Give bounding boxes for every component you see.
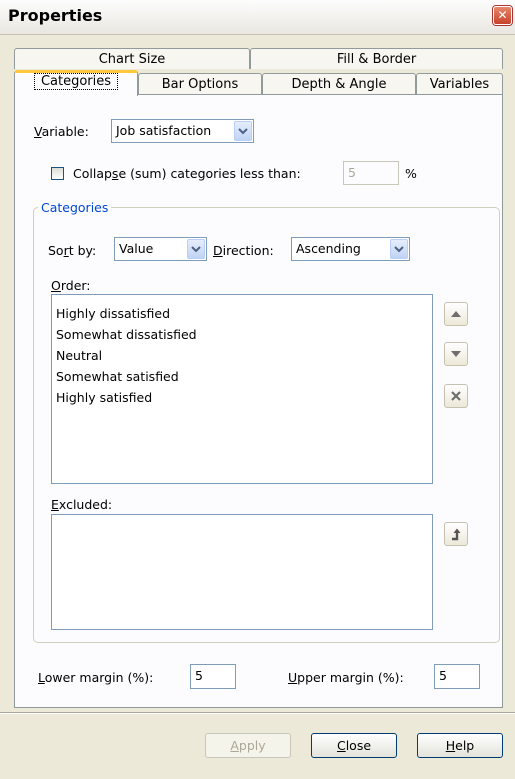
chevron-down-icon[interactable]: [234, 121, 252, 141]
divider: [0, 712, 515, 714]
order-label: Order:: [51, 278, 91, 293]
sort-by-select[interactable]: Value: [114, 237, 207, 261]
upper-margin-label: Upper margin (%):: [288, 670, 404, 685]
list-item[interactable]: Neutral: [52, 345, 432, 366]
direction-value: Ascending: [296, 241, 361, 256]
tab-bar-options[interactable]: Bar Options: [138, 73, 262, 94]
tab-variables[interactable]: Variables: [416, 73, 503, 94]
sort-by-value: Value: [119, 241, 154, 256]
restore-arrow-icon: [452, 528, 461, 541]
variable-select[interactable]: Job satisfaction: [111, 119, 254, 143]
tab-categories[interactable]: Categories: [14, 70, 138, 96]
tab-fill-border[interactable]: Fill & Border: [250, 48, 503, 69]
move-up-button[interactable]: [444, 302, 468, 326]
tab-depth-angle[interactable]: Depth & Angle: [262, 73, 416, 94]
tab-chart-size[interactable]: Chart Size: [14, 48, 250, 69]
x-icon: [451, 391, 461, 401]
direction-select[interactable]: Ascending: [291, 237, 410, 261]
arrow-up-icon: [451, 311, 461, 317]
chevron-down-icon[interactable]: [187, 239, 205, 259]
exclude-button[interactable]: [444, 384, 468, 408]
list-item[interactable]: Highly satisfied: [52, 387, 432, 408]
include-button[interactable]: [444, 522, 468, 546]
variable-value: Job satisfaction: [116, 123, 212, 138]
chevron-down-icon[interactable]: [390, 239, 408, 259]
list-item[interactable]: Somewhat dissatisfied: [52, 324, 432, 345]
title-bar: Properties ✕: [0, 0, 515, 35]
window-title: Properties: [8, 6, 103, 25]
categories-group-title: Categories: [38, 200, 112, 215]
collapse-checkbox[interactable]: [51, 167, 64, 180]
help-button[interactable]: Help: [417, 733, 503, 758]
variable-label: Variable:: [34, 124, 89, 139]
upper-margin-field[interactable]: 5: [434, 664, 480, 689]
percent-unit: %: [405, 166, 417, 181]
direction-label: Direction:: [213, 243, 274, 258]
excluded-label: Excluded:: [51, 497, 113, 512]
close-window-icon[interactable]: ✕: [493, 6, 512, 25]
lower-margin-field[interactable]: 5: [190, 664, 236, 689]
list-item[interactable]: Somewhat satisfied: [52, 366, 432, 387]
list-item[interactable]: Highly dissatisfied: [52, 303, 432, 324]
arrow-down-icon: [451, 351, 461, 357]
collapse-label: Collapse (sum) categories less than:: [73, 166, 301, 181]
tab-categories-label: Categories: [33, 73, 119, 90]
order-listbox[interactable]: Highly dissatisfied Somewhat dissatisfie…: [51, 294, 433, 484]
collapse-threshold-field[interactable]: 5: [343, 161, 399, 185]
close-button[interactable]: Close: [311, 733, 397, 758]
lower-margin-label: Lower margin (%):: [38, 670, 154, 685]
sort-by-label: Sort by:: [48, 243, 97, 258]
apply-button[interactable]: Apply: [205, 733, 291, 758]
excluded-listbox[interactable]: [51, 514, 433, 630]
move-down-button[interactable]: [444, 342, 468, 366]
